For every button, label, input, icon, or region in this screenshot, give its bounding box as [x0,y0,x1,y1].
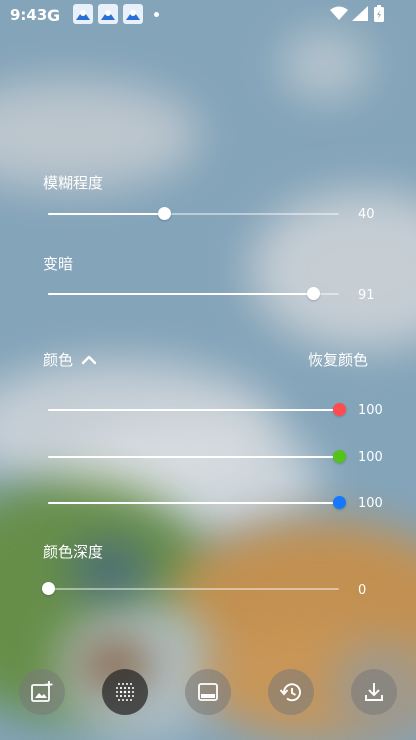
darken-slider[interactable] [48,284,339,304]
app-notification-icon [123,4,143,24]
download-icon [365,683,383,701]
color-depth-value: 0 [358,583,367,598]
add-image-button[interactable] [19,669,65,715]
layout-panel-button[interactable] [185,669,231,715]
slider-thumb[interactable] [307,287,320,300]
status-time: 9:43 [10,6,48,24]
color-section-toggle[interactable]: 颜色 [43,349,97,370]
status-bar: 9:43 G [0,0,416,28]
color-depth-slider[interactable] [42,579,339,599]
history-icon [279,683,301,702]
blur-slider[interactable] [48,204,339,224]
blue-channel-value: 100 [358,496,383,511]
slider-thumb[interactable] [333,450,346,463]
darken-value: 91 [358,288,375,303]
slider-thumb[interactable] [333,403,346,416]
slider-thumb[interactable] [158,207,171,220]
download-button[interactable] [351,669,397,715]
slider-thumb[interactable] [42,582,55,595]
blur-grid-icon [116,683,134,701]
blur-mode-button[interactable] [102,669,148,715]
blur-label: 模糊程度 [43,174,104,192]
red-channel-value: 100 [358,403,383,418]
google-icon: G [47,6,61,25]
signal-icon [352,6,368,21]
battery-charging-icon [374,5,384,22]
blurred-wallpaper [0,0,416,740]
history-button[interactable] [268,669,314,715]
add-image-icon [31,681,53,702]
wifi-icon [330,6,348,20]
blue-channel-slider[interactable] [48,493,346,513]
layout-panel-icon [198,683,218,701]
color-label: 颜色 [43,351,74,369]
red-channel-slider[interactable] [48,400,346,420]
chevron-up-icon [81,355,97,364]
green-channel-value: 100 [358,450,383,465]
app-notification-icon [98,4,118,24]
reset-color-button[interactable]: 恢复颜色 [308,349,368,370]
app-notification-icon [73,4,93,24]
darken-label: 变暗 [43,255,74,273]
green-channel-slider[interactable] [48,447,346,467]
more-notifications-dot [154,12,159,17]
color-depth-label: 颜色深度 [43,543,104,561]
slider-thumb[interactable] [333,496,346,509]
blur-value: 40 [358,207,375,222]
